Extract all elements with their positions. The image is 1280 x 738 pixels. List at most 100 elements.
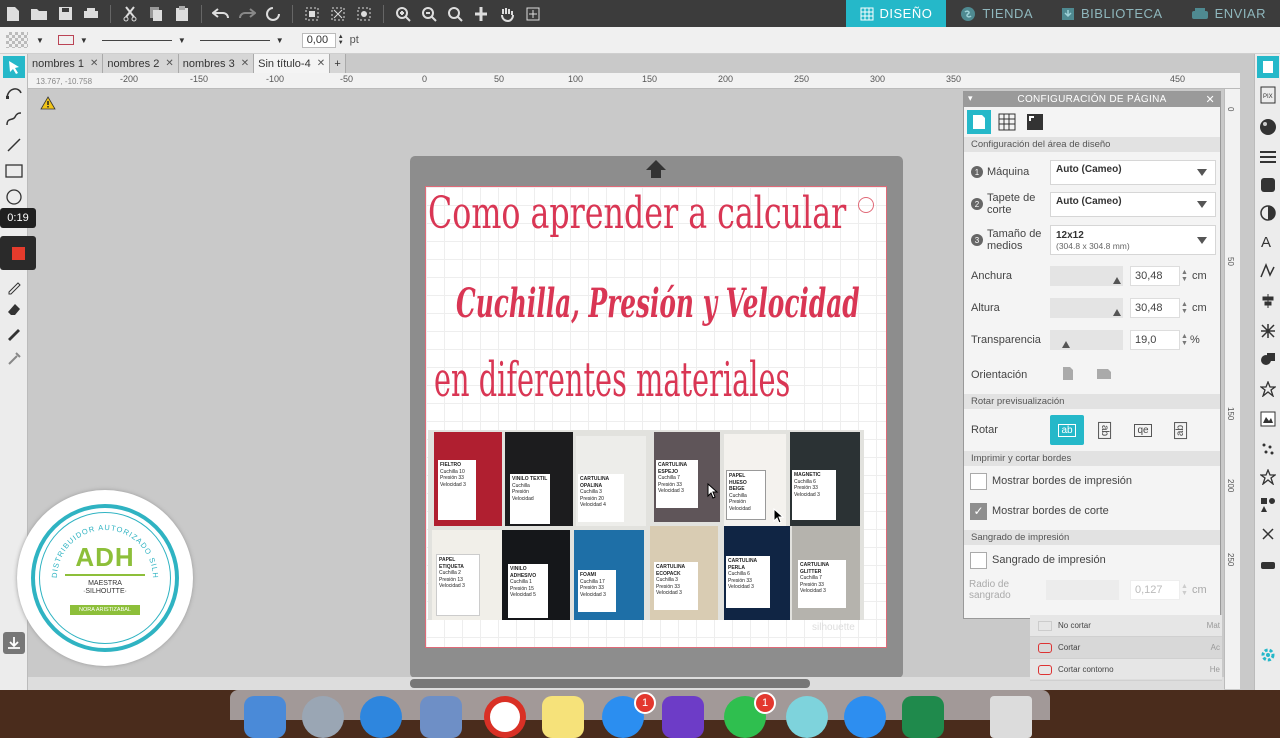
send-to-cutter-icon[interactable] bbox=[1257, 554, 1279, 576]
zoom-out-icon[interactable] bbox=[418, 3, 440, 25]
save-icon[interactable] bbox=[54, 3, 76, 25]
copy-icon[interactable] bbox=[145, 3, 167, 25]
cut-style-item[interactable]: Cortar contornoHe bbox=[1030, 659, 1222, 681]
zoom-select-icon[interactable] bbox=[444, 3, 466, 25]
line-style-dropdown[interactable]: ▼ bbox=[102, 36, 186, 45]
close-icon[interactable]: ✕ bbox=[317, 58, 325, 69]
new-file-icon[interactable] bbox=[2, 3, 24, 25]
chevron-down-icon[interactable]: ▼ bbox=[36, 36, 44, 45]
transparency-slider[interactable] bbox=[1050, 330, 1123, 350]
height-slider[interactable] bbox=[1050, 298, 1123, 318]
bleed-row[interactable]: Sangrado de impresión bbox=[964, 545, 1220, 575]
cut-style-item[interactable]: CortarAc bbox=[1030, 637, 1222, 659]
align-icon[interactable] bbox=[1257, 290, 1279, 312]
knife-tool-icon[interactable] bbox=[3, 322, 25, 344]
refresh-icon[interactable] bbox=[262, 3, 284, 25]
stop-recording-button[interactable] bbox=[0, 236, 36, 270]
fit-page-icon[interactable] bbox=[522, 3, 544, 25]
paste-icon[interactable] bbox=[171, 3, 193, 25]
settings-gear-icon[interactable] bbox=[1257, 644, 1279, 666]
zoom-in-icon[interactable] bbox=[392, 3, 414, 25]
trash-icon[interactable] bbox=[990, 696, 1032, 738]
chrome-icon[interactable] bbox=[484, 696, 526, 738]
tab-send[interactable]: ENVIAR bbox=[1177, 0, 1280, 27]
transparency-input[interactable]: 19,0 bbox=[1130, 330, 1180, 350]
pan-hand-icon[interactable] bbox=[496, 3, 518, 25]
cut-borders-row[interactable]: ✓ Mostrar bordes de corte bbox=[964, 496, 1220, 526]
design-title-line-3[interactable]: en diferentes materiales bbox=[434, 352, 790, 408]
tab-registration[interactable] bbox=[1023, 110, 1047, 134]
media-size-select[interactable]: 12x12(304.8 x 304.8 mm) bbox=[1050, 225, 1216, 255]
tab-document-4[interactable]: Sin título-4✕ bbox=[254, 54, 330, 73]
safari-icon[interactable] bbox=[360, 696, 402, 738]
shapes-icon[interactable] bbox=[1257, 494, 1279, 516]
close-icon[interactable]: ✕ bbox=[1205, 93, 1215, 106]
tab-library[interactable]: BIBLIOTECA bbox=[1047, 0, 1177, 27]
pixscan-icon[interactable]: PIX bbox=[1257, 84, 1279, 106]
shape-style-dropdown[interactable]: ▼ bbox=[58, 35, 88, 45]
silhouette-studio-icon[interactable] bbox=[786, 696, 828, 738]
select-all-icon[interactable] bbox=[301, 3, 323, 25]
scrollbar-thumb[interactable] bbox=[410, 679, 810, 688]
select-tool-icon[interactable] bbox=[3, 56, 25, 78]
ellipse-tool-icon[interactable] bbox=[3, 186, 25, 208]
print-icon[interactable] bbox=[80, 3, 102, 25]
stroke-width-input[interactable]: 0,00 bbox=[302, 33, 336, 48]
teamviewer-icon[interactable] bbox=[844, 696, 886, 738]
rotate-270-button[interactable]: ab bbox=[1164, 415, 1198, 445]
width-input[interactable]: 30,48 bbox=[1130, 266, 1180, 286]
text-path-icon[interactable] bbox=[1257, 260, 1279, 282]
line-style-icon[interactable] bbox=[1257, 146, 1279, 168]
slider-handle-icon[interactable] bbox=[1113, 309, 1121, 316]
landscape-icon[interactable] bbox=[1096, 368, 1112, 383]
line-join-dropdown[interactable]: ▼ bbox=[200, 36, 284, 45]
warning-icon[interactable] bbox=[40, 96, 56, 113]
rotate-90-button[interactable]: ab bbox=[1088, 415, 1122, 445]
tab-document-2[interactable]: nombres 2✕ bbox=[103, 54, 178, 73]
machine-select[interactable]: Auto (Cameo) bbox=[1050, 160, 1216, 185]
design-title-line-2[interactable]: Cuchilla, Presión y Velocidad bbox=[456, 280, 860, 327]
mat-select[interactable]: Auto (Cameo) bbox=[1050, 192, 1216, 217]
sketch-icon[interactable] bbox=[1257, 438, 1279, 460]
tab-store[interactable]: TIENDA bbox=[946, 0, 1047, 27]
tab-design[interactable]: DISEÑO bbox=[846, 0, 947, 27]
star-icon[interactable] bbox=[1257, 466, 1279, 488]
fill-pattern-icon[interactable] bbox=[6, 32, 28, 48]
finder-icon[interactable] bbox=[244, 696, 286, 738]
collapse-icon[interactable]: ▾ bbox=[968, 93, 973, 104]
trace-icon[interactable] bbox=[1257, 408, 1279, 430]
launchpad-icon[interactable] bbox=[302, 696, 344, 738]
transparency-stepper[interactable]: ▲▼ bbox=[1181, 333, 1188, 347]
stepper-icon[interactable]: ▲▼ bbox=[338, 34, 344, 46]
select-by-color-icon[interactable] bbox=[353, 3, 375, 25]
move-icon[interactable] bbox=[470, 3, 492, 25]
tab-document-1[interactable]: nombres 1✕ bbox=[28, 54, 103, 73]
redo-icon[interactable] bbox=[236, 3, 258, 25]
edit-points-tool-icon[interactable] bbox=[3, 82, 25, 104]
close-icon[interactable]: ✕ bbox=[90, 58, 98, 69]
cut-borders-checkbox[interactable]: ✓ bbox=[970, 503, 987, 520]
page-setup-icon[interactable] bbox=[1257, 56, 1279, 78]
panel-header[interactable]: CONFIGURACIÓN DE PÁGINA ✕ ▾ bbox=[964, 92, 1220, 107]
tab-page-setup[interactable] bbox=[967, 110, 991, 134]
close-icon[interactable]: ✕ bbox=[241, 58, 249, 69]
preview-icon[interactable] bbox=[420, 696, 462, 738]
height-stepper[interactable]: ▲▼ bbox=[1181, 301, 1188, 315]
cut-icon[interactable] bbox=[119, 3, 141, 25]
slider-handle-icon[interactable] bbox=[1062, 341, 1070, 348]
add-tab-button[interactable]: + bbox=[330, 54, 346, 73]
bleed-checkbox[interactable] bbox=[970, 552, 987, 569]
height-input[interactable]: 30,48 bbox=[1130, 298, 1180, 318]
width-slider[interactable] bbox=[1050, 266, 1123, 286]
print-borders-row[interactable]: Mostrar bordes de impresión bbox=[964, 466, 1220, 496]
tab-document-3[interactable]: nombres 3✕ bbox=[179, 54, 254, 73]
rotate-180-button[interactable]: qe bbox=[1126, 415, 1160, 445]
transparency-icon[interactable] bbox=[1257, 202, 1279, 224]
replicate-icon[interactable] bbox=[1257, 320, 1279, 342]
fill-color-icon[interactable] bbox=[1257, 116, 1279, 138]
cut-style-item[interactable]: No cortarMat bbox=[1030, 615, 1222, 637]
portrait-icon[interactable] bbox=[1062, 366, 1074, 384]
close-icon[interactable]: ✕ bbox=[165, 58, 173, 69]
tab-grid[interactable] bbox=[995, 110, 1019, 134]
import-icon[interactable] bbox=[3, 632, 25, 654]
